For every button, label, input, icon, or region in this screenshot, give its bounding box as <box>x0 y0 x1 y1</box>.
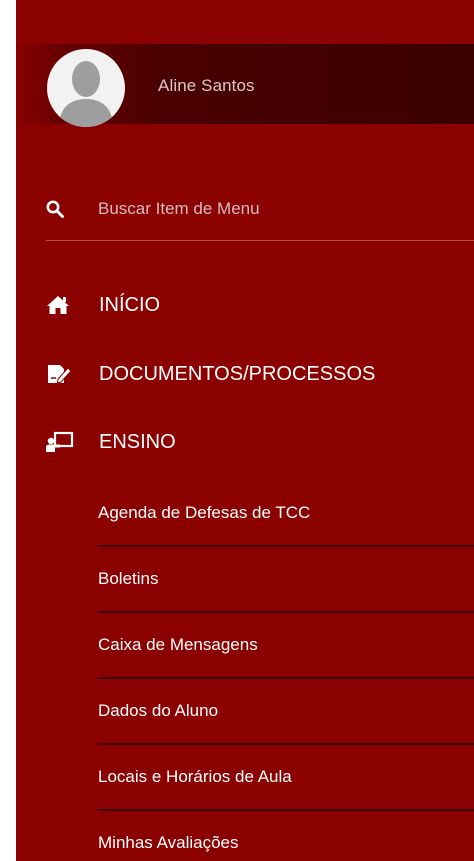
search-icon <box>46 200 64 218</box>
submenu-item-dados-aluno[interactable]: Dados do Aluno <box>98 679 474 745</box>
menu-item-label: DOCUMENTOS/PROCESSOS <box>99 362 376 385</box>
submenu-item-label: Agenda de Defesas de TCC <box>98 503 311 522</box>
menu-item-label: INÍCIO <box>99 293 161 316</box>
submenu-item-label: Dados do Aluno <box>98 701 219 720</box>
submenu-item-label: Minhas Avaliações <box>98 833 239 852</box>
menu-item-inicio[interactable]: INÍCIO <box>46 285 474 325</box>
submenu-item-label: Boletins <box>98 569 159 588</box>
menu-item-ensino[interactable]: ENSINO <box>46 422 474 462</box>
submenu-item-boletins[interactable]: Boletins <box>98 547 474 613</box>
avatar[interactable] <box>47 49 125 127</box>
submenu-item-agenda-defesas-tcc[interactable]: Agenda de Defesas de TCC <box>98 481 474 547</box>
submenu-item-label: Locais e Horários de Aula <box>98 767 292 786</box>
menu-item-label: ENSINO <box>99 430 176 453</box>
teacher-board-icon <box>46 430 78 454</box>
user-panel[interactable]: Aline Santos <box>16 44 474 127</box>
submenu-item-minhas-avaliacoes[interactable]: Minhas Avaliações <box>98 811 474 861</box>
menu-search <box>46 188 474 241</box>
document-edit-icon <box>46 362 78 386</box>
search-input[interactable] <box>98 196 458 222</box>
submenu-item-label: Caixa de Mensagens <box>98 635 258 654</box>
sidebar-menu: Aline Santos INÍCIO DOCUMENTOS/PROCESSOS <box>16 0 474 861</box>
submenu-item-caixa-mensagens[interactable]: Caixa de Mensagens <box>98 613 474 679</box>
menu-item-documentos-processos[interactable]: DOCUMENTOS/PROCESSOS <box>46 354 474 394</box>
home-icon <box>46 293 78 317</box>
submenu-item-locais-horarios-aula[interactable]: Locais e Horários de Aula <box>98 745 474 811</box>
user-name: Aline Santos <box>158 76 255 95</box>
user-silhouette-icon <box>59 61 113 127</box>
